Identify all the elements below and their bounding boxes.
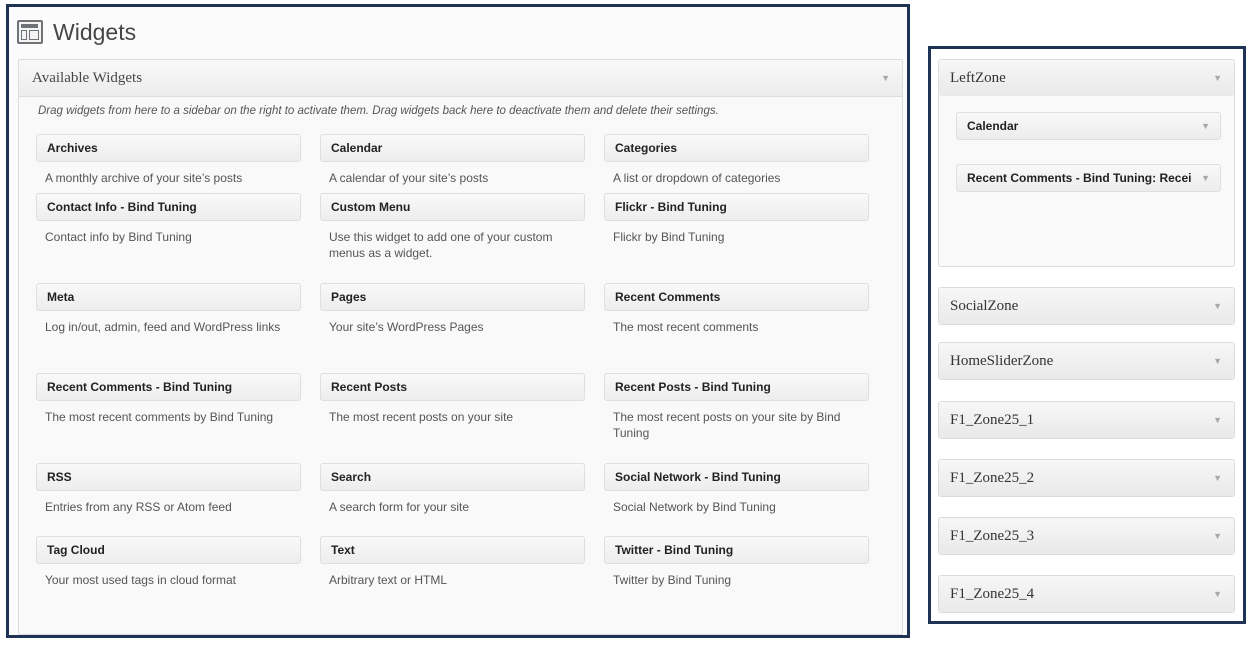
sidebar-title: F1_Zone25_4 — [950, 585, 1035, 602]
widget-title-bar[interactable]: Contact Info - Bind Tuning — [36, 193, 301, 221]
widget-item[interactable]: Custom Menu Use this widget to add one o… — [320, 193, 585, 261]
sidebar-widget-calendar[interactable]: Calendar ▼ — [956, 112, 1221, 140]
widget-title-bar[interactable]: Recent Comments - Bind Tuning — [36, 373, 301, 401]
widget-description: The most recent comments — [613, 320, 759, 334]
widget-description: The most recent comments by Bind Tuning — [45, 410, 274, 424]
caret-down-icon[interactable]: ▼ — [1201, 121, 1210, 131]
widgets-icon — [17, 20, 43, 44]
widget-description: Log in/out, admin, feed and WordPress li… — [45, 320, 281, 334]
widget-title-bar[interactable]: Archives — [36, 134, 301, 162]
widget-description: Twitter by Bind Tuning — [613, 573, 732, 587]
available-widgets-title: Available Widgets — [32, 69, 143, 86]
sidebar-f1-zone25-2[interactable]: F1_Zone25_2 ▼ — [938, 459, 1235, 497]
widget-description: The most recent posts on your site by Bi… — [613, 410, 841, 440]
sidebar-f1-zone25-1[interactable]: F1_Zone25_1 ▼ — [938, 401, 1235, 439]
widget-title-bar[interactable]: Meta — [36, 283, 301, 311]
widget-title-bar[interactable]: Text — [320, 536, 585, 564]
widget-item[interactable]: Archives A monthly archive of your site’… — [36, 134, 301, 186]
widget-item[interactable]: RSS Entries from any RSS or Atom feed — [36, 463, 301, 515]
sidebars-frame: LeftZone ▼ Calendar ▼ Recent Comments - … — [928, 46, 1246, 624]
caret-down-icon[interactable]: ▼ — [1213, 301, 1222, 311]
sidebar-socialzone[interactable]: SocialZone ▼ — [938, 287, 1235, 325]
widget-item[interactable]: Contact Info - Bind Tuning Contact info … — [36, 193, 301, 245]
widget-title-bar[interactable]: Recent Comments — [604, 283, 869, 311]
widget-description: Your site’s WordPress Pages — [329, 320, 484, 334]
widget-description: A monthly archive of your site’s posts — [45, 171, 243, 185]
sidebar-widget-title: Recent Comments - Bind Tuning: Recei — [967, 171, 1192, 185]
sidebar-title: F1_Zone25_2 — [950, 469, 1035, 486]
widget-item[interactable]: Twitter - Bind Tuning Twitter by Bind Tu… — [604, 536, 869, 588]
widget-title-bar[interactable]: Twitter - Bind Tuning — [604, 536, 869, 564]
caret-down-icon[interactable]: ▼ — [1213, 473, 1222, 483]
widget-item[interactable]: Recent Posts - Bind Tuning The most rece… — [604, 373, 869, 441]
sidebar-homesliderzone[interactable]: HomeSliderZone ▼ — [938, 342, 1235, 380]
sidebar-f1-zone25-4[interactable]: F1_Zone25_4 ▼ — [938, 575, 1235, 613]
widget-item[interactable]: Categories A list or dropdown of categor… — [604, 134, 869, 186]
available-widgets-panel: Available Widgets ▼ Drag widgets from he… — [18, 59, 903, 635]
sidebar-leftzone[interactable]: LeftZone ▼ Calendar ▼ Recent Comments - … — [938, 59, 1235, 267]
sidebar-header[interactable]: F1_Zone25_3 ▼ — [939, 518, 1234, 554]
caret-down-icon[interactable]: ▼ — [1213, 531, 1222, 541]
widget-description: Entries from any RSS or Atom feed — [45, 500, 232, 514]
widget-item[interactable]: Recent Posts The most recent posts on yo… — [320, 373, 585, 425]
widget-grid: Archives A monthly archive of your site’… — [36, 134, 896, 614]
widget-item[interactable]: Text Arbitrary text or HTML — [320, 536, 585, 588]
sidebar-widget-title: Calendar — [967, 119, 1019, 133]
sidebar-widget-recent-comments[interactable]: Recent Comments - Bind Tuning: Recei ▼ — [956, 164, 1221, 192]
widget-title-bar[interactable]: Recent Posts — [320, 373, 585, 401]
widget-item[interactable]: Flickr - Bind Tuning Flickr by Bind Tuni… — [604, 193, 869, 245]
available-widgets-header[interactable]: Available Widgets ▼ — [19, 60, 902, 97]
widget-item[interactable]: Tag Cloud Your most used tags in cloud f… — [36, 536, 301, 588]
sidebar-title: LeftZone — [950, 69, 1006, 86]
sidebar-header[interactable]: SocialZone ▼ — [939, 288, 1234, 324]
sidebar-header[interactable]: HomeSliderZone ▼ — [939, 343, 1234, 379]
sidebar-header[interactable]: LeftZone ▼ — [939, 60, 1234, 96]
caret-down-icon[interactable]: ▼ — [1213, 415, 1222, 425]
widget-title-bar[interactable]: Social Network - Bind Tuning — [604, 463, 869, 491]
page-header: Widgets — [17, 17, 136, 47]
sidebar-title: F1_Zone25_3 — [950, 527, 1035, 544]
available-widgets-frame: Widgets Available Widgets ▼ Drag widgets… — [6, 4, 910, 638]
widget-description: Arbitrary text or HTML — [329, 573, 448, 587]
widget-item[interactable]: Recent Comments - Bind Tuning The most r… — [36, 373, 301, 425]
widget-title-bar[interactable]: Recent Posts - Bind Tuning — [604, 373, 869, 401]
widget-description: The most recent posts on your site — [329, 410, 514, 424]
widget-description: Your most used tags in cloud format — [45, 573, 236, 587]
sidebar-header[interactable]: F1_Zone25_2 ▼ — [939, 460, 1234, 496]
sidebar-header[interactable]: F1_Zone25_1 ▼ — [939, 402, 1234, 438]
sidebar-title: F1_Zone25_1 — [950, 411, 1035, 428]
widget-description: Use this widget to add one of your custo… — [329, 230, 553, 260]
widget-description: Flickr by Bind Tuning — [613, 230, 725, 244]
caret-down-icon[interactable]: ▼ — [1213, 73, 1222, 83]
sidebar-header[interactable]: F1_Zone25_4 ▼ — [939, 576, 1234, 612]
widget-title-bar[interactable]: Tag Cloud — [36, 536, 301, 564]
page-title: Widgets — [53, 18, 137, 45]
widget-description: A calendar of your site’s posts — [329, 171, 489, 185]
caret-down-icon[interactable]: ▼ — [1213, 356, 1222, 366]
widget-title-bar[interactable]: Custom Menu — [320, 193, 585, 221]
available-widgets-description: Drag widgets from here to a sidebar on t… — [38, 105, 719, 117]
widget-item[interactable]: Calendar A calendar of your site’s posts — [320, 134, 585, 186]
widget-title-bar[interactable]: Search — [320, 463, 585, 491]
widget-item[interactable]: Meta Log in/out, admin, feed and WordPre… — [36, 283, 301, 335]
widget-title-bar[interactable]: RSS — [36, 463, 301, 491]
widget-title-bar[interactable]: Flickr - Bind Tuning — [604, 193, 869, 221]
caret-down-icon[interactable]: ▼ — [881, 73, 890, 83]
sidebar-f1-zone25-3[interactable]: F1_Zone25_3 ▼ — [938, 517, 1235, 555]
caret-down-icon[interactable]: ▼ — [1201, 173, 1210, 183]
widget-title-bar[interactable]: Categories — [604, 134, 869, 162]
widget-title-bar[interactable]: Calendar — [320, 134, 585, 162]
widget-title-bar[interactable]: Pages — [320, 283, 585, 311]
widget-item[interactable]: Recent Comments The most recent comments — [604, 283, 869, 335]
widget-description: A search form for your site — [329, 500, 470, 514]
caret-down-icon[interactable]: ▼ — [1213, 589, 1222, 599]
widget-description: Contact info by Bind Tuning — [45, 230, 192, 244]
widget-item[interactable]: Search A search form for your site — [320, 463, 585, 515]
widget-item[interactable]: Social Network - Bind Tuning Social Netw… — [604, 463, 869, 515]
sidebar-title: HomeSliderZone — [950, 352, 1054, 369]
widget-description: A list or dropdown of categories — [613, 171, 781, 185]
widget-description: Social Network by Bind Tuning — [613, 500, 776, 514]
widget-item[interactable]: Pages Your site’s WordPress Pages — [320, 283, 585, 335]
sidebar-title: SocialZone — [950, 297, 1019, 314]
